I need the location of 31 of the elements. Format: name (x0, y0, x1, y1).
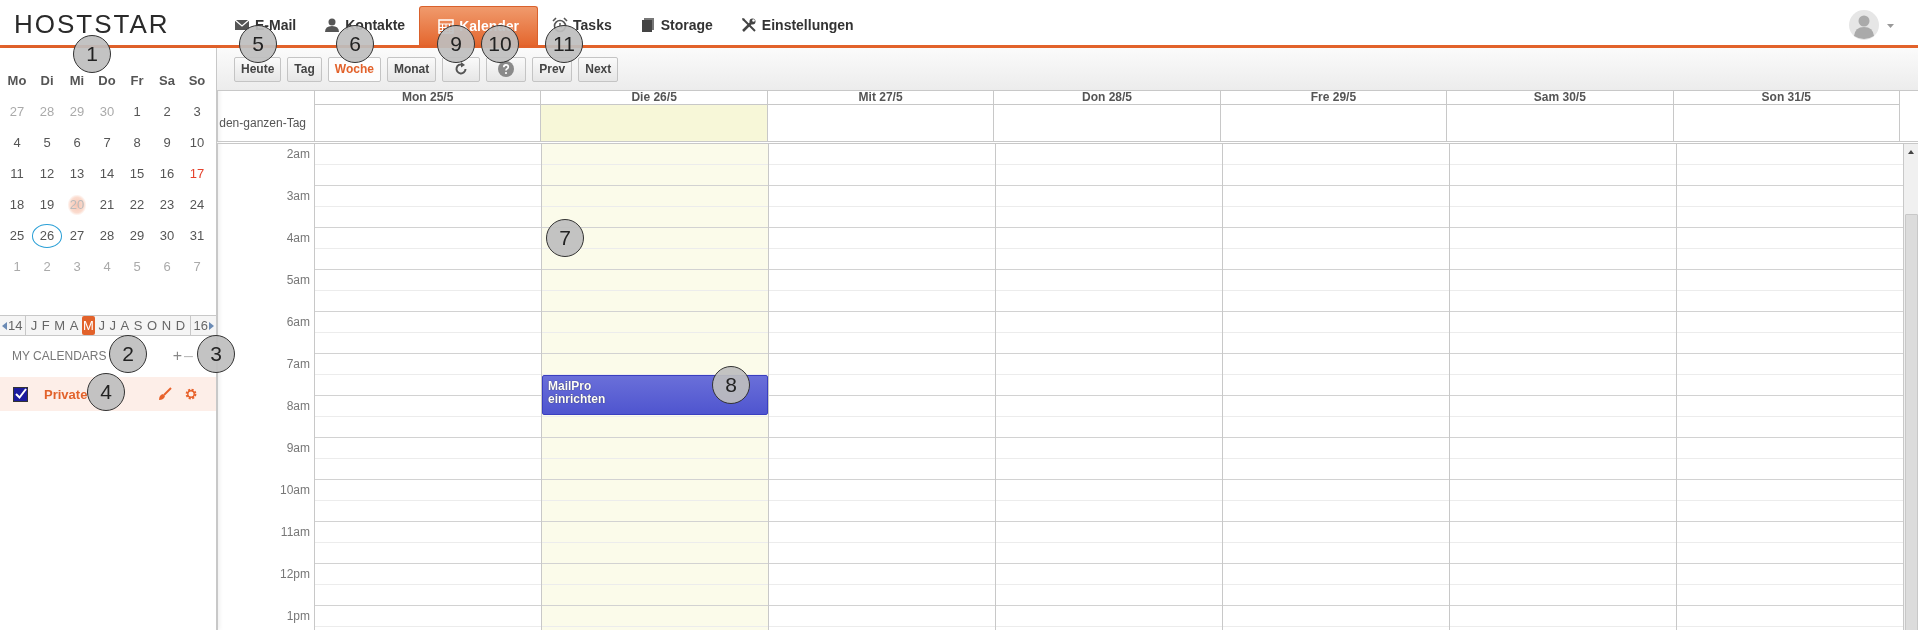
section-title: MY CALENDARS (12, 349, 107, 363)
callout-tooltip: 1 (73, 35, 111, 73)
day-header: Don 28/5 (994, 91, 1221, 105)
all-day-label: den-ganzen-Tag (217, 105, 315, 141)
weekday-label: Di (40, 71, 54, 90)
weekday-label: So (188, 71, 206, 90)
day-header: Mit 27/5 (767, 91, 995, 105)
time-label: 10am (279, 483, 310, 497)
weekday-label: Sa (159, 71, 175, 90)
time-label: 1pm (286, 609, 310, 623)
callout-tooltip: 2 (109, 335, 147, 373)
time-label: 7am (286, 357, 310, 371)
calendar-name: Private (44, 386, 88, 402)
weekday-label: Do (98, 71, 116, 90)
weekday-label: Fr (130, 71, 144, 90)
time-label: 11am (280, 525, 310, 539)
time-label: 3am (286, 189, 310, 203)
time-label: 4am (286, 231, 310, 245)
day-header: Son 31/5 (1673, 91, 1900, 105)
time-label: 8am (286, 399, 310, 413)
callout-tooltip: 3 (197, 335, 235, 373)
time-label: 12pm (279, 567, 310, 581)
time-label: 6am (286, 315, 310, 329)
weekday-label: Mo (7, 71, 27, 90)
time-label: 9am (286, 441, 310, 455)
time-label: 2am (286, 147, 310, 161)
time-label: 5am (286, 273, 310, 287)
weekday-label: Mi (69, 71, 85, 90)
day-header: Fre 29/5 (1220, 91, 1448, 105)
day-header: Sam 30/5 (1447, 91, 1674, 105)
day-header: Mon 25/5 (315, 91, 542, 105)
